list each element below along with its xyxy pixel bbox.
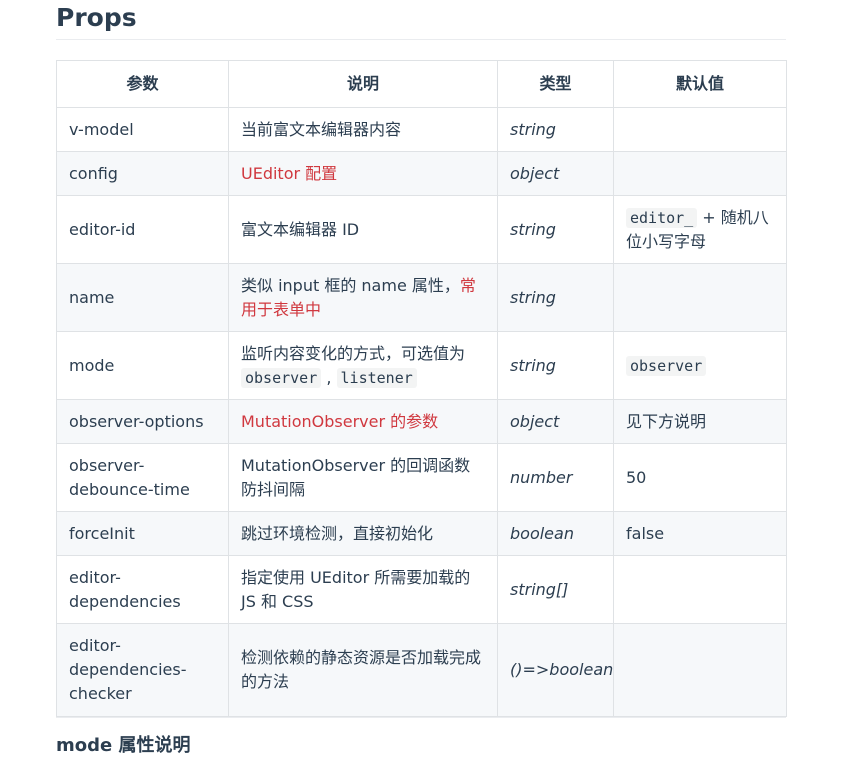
description-text: 类似 input 框的 name 属性， — [241, 275, 460, 295]
description-cell: 检测依赖的静态资源是否加载完成的方法 — [228, 623, 498, 717]
default-cell: 见下方说明 — [613, 399, 787, 444]
type-cell: number — [497, 443, 614, 512]
next-section-heading: mode 属性说明 — [56, 735, 191, 756]
description-text: 监听内容变化的方式，可选值为 — [241, 343, 466, 363]
default-cell — [613, 151, 787, 196]
type-cell: ()=>boolean — [497, 623, 614, 717]
type-cell: object — [497, 399, 614, 444]
description-cell: UEditor 配置 — [228, 151, 498, 196]
description-cell: 跳过环境检测，直接初始化 — [228, 511, 498, 556]
default-cell: editor_ + 随机八位小写字母 — [613, 195, 787, 264]
header-default: 默认值 — [613, 60, 787, 108]
props-section: Props 参数 说明 类型 默认值 v-model 当前富文本编辑器内容 st… — [56, 0, 787, 717]
param-cell: mode — [56, 331, 229, 400]
description-cell: 当前富文本编辑器内容 — [228, 107, 498, 152]
type-cell: string — [497, 331, 614, 400]
description-cell: 类似 input 框的 name 属性，常用于表单中 — [228, 263, 498, 332]
description-cell: 监听内容变化的方式，可选值为 observer , listener — [228, 331, 498, 400]
table-row: observer-options MutationObserver 的参数 ob… — [56, 399, 787, 444]
header-param: 参数 — [56, 60, 229, 108]
param-cell: editor-id — [56, 195, 229, 264]
mutation-observer-link[interactable]: MutationObserver 的参数 — [241, 412, 438, 431]
header-description: 说明 — [228, 60, 498, 108]
description-cell: MutationObserver 的回调函数防抖间隔 — [228, 443, 498, 512]
default-cell: false — [613, 511, 787, 556]
default-cell: 50 — [613, 443, 787, 512]
description-cell: MutationObserver 的参数 — [228, 399, 498, 444]
table-row: v-model 当前富文本编辑器内容 string — [56, 107, 787, 152]
table-row: name 类似 input 框的 name 属性，常用于表单中 string — [56, 263, 787, 332]
ueditor-config-link[interactable]: UEditor 配置 — [241, 164, 337, 183]
default-cell: observer — [613, 331, 787, 400]
table-row: editor-dependencies-checker 检测依赖的静态资源是否加… — [56, 623, 787, 717]
param-cell: editor-dependencies-checker — [56, 623, 229, 717]
table-row: observer-debounce-time MutationObserver … — [56, 443, 787, 512]
header-type: 类型 — [497, 60, 614, 108]
divider — [56, 717, 786, 718]
table-row: config UEditor 配置 object — [56, 151, 787, 196]
type-cell: boolean — [497, 511, 614, 556]
param-cell: observer-debounce-time — [56, 443, 229, 512]
section-heading-props: Props — [56, 0, 786, 40]
table-row: editor-id 富文本编辑器 ID string editor_ + 随机八… — [56, 195, 787, 264]
type-cell: string — [497, 107, 614, 152]
param-cell: name — [56, 263, 229, 332]
type-cell: string — [497, 263, 614, 332]
option-code-listener: listener — [336, 367, 417, 388]
type-cell: object — [497, 151, 614, 196]
table-header-row: 参数 说明 类型 默认值 — [56, 60, 787, 108]
type-cell: string — [497, 195, 614, 264]
table-row: forceInit 跳过环境检测，直接初始化 boolean false — [56, 511, 787, 556]
default-cell — [613, 555, 787, 624]
description-cell: 富文本编辑器 ID — [228, 195, 498, 264]
param-cell: forceInit — [56, 511, 229, 556]
props-table: 参数 说明 类型 默认值 v-model 当前富文本编辑器内容 string c… — [56, 60, 787, 717]
default-code: editor_ — [626, 207, 698, 228]
param-cell: editor-dependencies — [56, 555, 229, 624]
default-cell — [613, 623, 787, 717]
option-separator: , — [321, 367, 337, 387]
table-row: editor-dependencies 指定使用 UEditor 所需要加载的 … — [56, 555, 787, 624]
default-cell — [613, 263, 787, 332]
default-code: observer — [626, 355, 707, 376]
option-code-observer: observer — [241, 367, 322, 388]
default-cell — [613, 107, 787, 152]
param-cell: config — [56, 151, 229, 196]
param-cell: observer-options — [56, 399, 229, 444]
description-cell: 指定使用 UEditor 所需要加载的 JS 和 CSS — [228, 555, 498, 624]
param-cell: v-model — [56, 107, 229, 152]
table-row: mode 监听内容变化的方式，可选值为 observer , listener … — [56, 331, 787, 400]
type-cell: string[] — [497, 555, 614, 624]
